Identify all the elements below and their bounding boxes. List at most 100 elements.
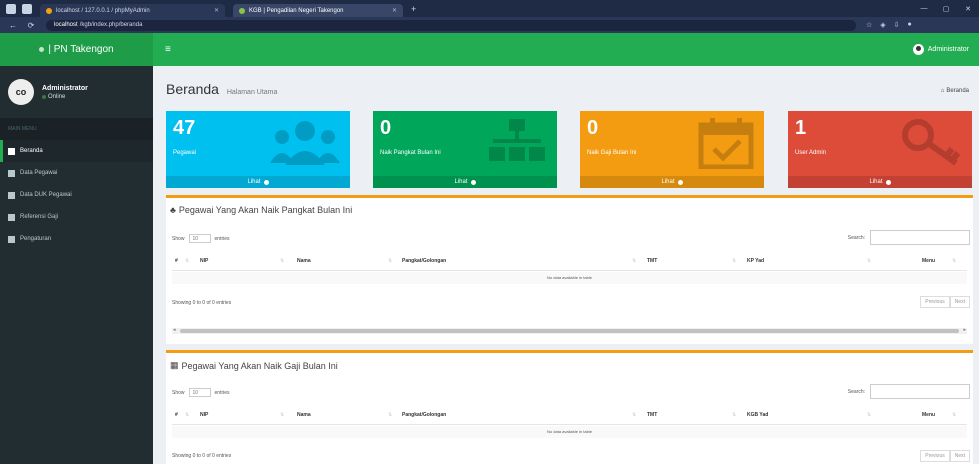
avatar: co bbox=[8, 79, 34, 105]
logo-emblem-icon bbox=[39, 47, 45, 52]
search-input[interactable] bbox=[870, 384, 970, 399]
tab-label: localhost / 127.0.0.1 / phpMyAdmin bbox=[56, 7, 150, 14]
key-icon bbox=[902, 119, 961, 166]
user-menu[interactable]: Administrator bbox=[912, 44, 969, 55]
next-button[interactable]: Next bbox=[949, 450, 970, 462]
search-control: Search: bbox=[848, 230, 970, 245]
empty-table-row: No data available in table bbox=[172, 272, 967, 284]
table-info: Showing 0 to 0 of 0 entries bbox=[172, 300, 232, 306]
stat-box-user-admin: 1 User Admin Lihat bbox=[788, 111, 972, 188]
sort-icon: ⇅ bbox=[632, 258, 637, 264]
bookmark-icon[interactable]: ☆ bbox=[866, 21, 872, 29]
list-icon bbox=[8, 191, 15, 199]
sidebar: co Administrator Online MAIN MENU Berand… bbox=[0, 66, 153, 464]
breadcrumb: ⌂ Beranda bbox=[941, 88, 969, 94]
scroll-left-icon[interactable]: ◂ bbox=[173, 327, 176, 333]
search-label: Search: bbox=[847, 388, 865, 395]
app-logo[interactable]: | PN Takengon bbox=[0, 33, 153, 66]
sidebar-item-label: Beranda bbox=[20, 148, 43, 154]
length-control: Show 10 entries bbox=[172, 234, 230, 243]
entries-select[interactable]: 10 bbox=[188, 234, 211, 243]
pagination: Previous Next bbox=[920, 296, 970, 308]
sidebar-toggle-icon[interactable]: ≡ bbox=[165, 44, 171, 55]
empty-table-row: No data available in table bbox=[172, 426, 967, 438]
sidebar-item-beranda[interactable]: Beranda bbox=[0, 140, 153, 162]
stat-more-link[interactable]: Lihat bbox=[788, 176, 972, 188]
column-header[interactable]: NIP bbox=[200, 258, 208, 264]
sidebar-user-name: Administrator bbox=[42, 84, 88, 92]
users-icon bbox=[270, 121, 340, 165]
column-header[interactable]: Pangkat/Golongan bbox=[402, 258, 446, 264]
horizontal-scrollbar[interactable]: ◂ ▸ bbox=[172, 327, 967, 334]
stat-value: 0 bbox=[380, 117, 392, 139]
close-window-icon[interactable]: ✕ bbox=[957, 0, 979, 17]
tab-label: KGB | Pengadilan Negeri Takengon bbox=[249, 7, 344, 14]
table-info: Showing 0 to 0 of 0 entries bbox=[172, 453, 232, 459]
column-header[interactable]: Nama bbox=[297, 258, 311, 264]
column-header[interactable]: TMT bbox=[647, 258, 657, 264]
stat-more-link[interactable]: Lihat bbox=[166, 176, 350, 188]
browser-menu-icon[interactable] bbox=[6, 3, 16, 14]
sidebar-item-data-pegawai[interactable]: Data Pegawai bbox=[0, 162, 153, 184]
sidebar-item-label: Pengaturan bbox=[20, 236, 52, 242]
previous-button[interactable]: Previous bbox=[920, 450, 950, 462]
sidebar-user-status: Online bbox=[42, 94, 88, 100]
reload-icon[interactable]: ⟳ bbox=[26, 21, 36, 30]
panel-title-text: Pegawai Yang Akan Naik Gaji Bulan Ini bbox=[181, 360, 338, 371]
column-header[interactable]: # bbox=[175, 412, 178, 418]
scrollbar-thumb[interactable] bbox=[180, 329, 959, 333]
new-tab-button[interactable]: + bbox=[411, 4, 416, 14]
user-icon bbox=[8, 169, 15, 177]
column-header[interactable]: Menu bbox=[922, 258, 935, 264]
column-header[interactable]: NIP bbox=[200, 412, 208, 418]
stat-value: 47 bbox=[173, 117, 196, 139]
sort-icon: ⇅ bbox=[952, 258, 957, 264]
next-button[interactable]: Next bbox=[949, 296, 970, 308]
breadcrumb-item[interactable]: Beranda bbox=[946, 88, 969, 94]
minimize-icon[interactable]: — bbox=[913, 0, 935, 17]
sidebar-item-pengaturan[interactable]: Pengaturan bbox=[0, 228, 153, 250]
browser-tab-phpmyadmin[interactable]: localhost / 127.0.0.1 / phpMyAdmin ✕ bbox=[40, 4, 225, 17]
stat-box-pegawai: 47 Pegawai Lihat bbox=[166, 111, 350, 188]
sort-icon: ⇅ bbox=[952, 412, 957, 418]
maximize-icon[interactable]: ▢ bbox=[935, 0, 957, 17]
extensions-icon[interactable]: ◈ bbox=[880, 21, 885, 29]
browser-tab-kgb[interactable]: KGB | Pengadilan Negeri Takengon ✕ bbox=[233, 4, 403, 17]
sidebar-item-data-duk-pegawai[interactable]: Data DUK Pegawai bbox=[0, 184, 153, 206]
close-tab-icon[interactable]: ✕ bbox=[214, 7, 219, 14]
stat-more-link[interactable]: Lihat bbox=[580, 176, 764, 188]
online-dot-icon bbox=[42, 94, 46, 99]
sidebar-item-label: Data Pegawai bbox=[20, 170, 58, 176]
profile-icon[interactable]: ● bbox=[908, 21, 912, 29]
tab-overview-icon[interactable] bbox=[22, 3, 32, 14]
previous-button[interactable]: Previous bbox=[920, 296, 950, 308]
stat-footer-text: Lihat bbox=[661, 179, 675, 185]
stat-footer-text: Lihat bbox=[247, 179, 261, 185]
entries-select[interactable]: 10 bbox=[188, 388, 211, 397]
column-header[interactable]: KGB Yad bbox=[747, 412, 768, 418]
panel-naik-gaji: ▦ Pegawai Yang Akan Naik Gaji Bulan Ini … bbox=[166, 350, 973, 464]
back-icon[interactable]: ← bbox=[8, 21, 18, 30]
download-icon[interactable]: ⇩ bbox=[894, 21, 900, 29]
stat-more-link[interactable]: Lihat bbox=[373, 176, 557, 188]
kgb-favicon-icon bbox=[239, 7, 245, 14]
column-header[interactable]: KP Yad bbox=[747, 258, 764, 264]
scroll-right-icon[interactable]: ▸ bbox=[963, 327, 966, 333]
close-tab-icon[interactable]: ✕ bbox=[392, 7, 397, 14]
sort-icon: ⇅ bbox=[185, 258, 190, 264]
sort-icon: ⇅ bbox=[732, 412, 737, 418]
sidebar-item-referensi-gaji[interactable]: Referensi Gaji bbox=[0, 206, 153, 228]
dashboard-icon bbox=[8, 147, 15, 155]
column-header[interactable]: Menu bbox=[922, 412, 935, 418]
column-header[interactable]: Nama bbox=[297, 412, 311, 418]
column-header[interactable]: Pangkat/Golongan bbox=[402, 412, 446, 418]
phpmyadmin-favicon-icon bbox=[46, 7, 52, 14]
sort-icon: ⇅ bbox=[388, 258, 393, 264]
search-input[interactable] bbox=[870, 230, 970, 245]
stat-footer-text: Lihat bbox=[454, 179, 468, 185]
entries-label: entries bbox=[214, 389, 230, 396]
url-input[interactable]: localhost /kgb/index.php/beranda bbox=[46, 19, 856, 31]
sort-icon: ⇅ bbox=[632, 412, 637, 418]
column-header[interactable]: # bbox=[175, 258, 178, 264]
column-header[interactable]: TMT bbox=[647, 412, 657, 418]
